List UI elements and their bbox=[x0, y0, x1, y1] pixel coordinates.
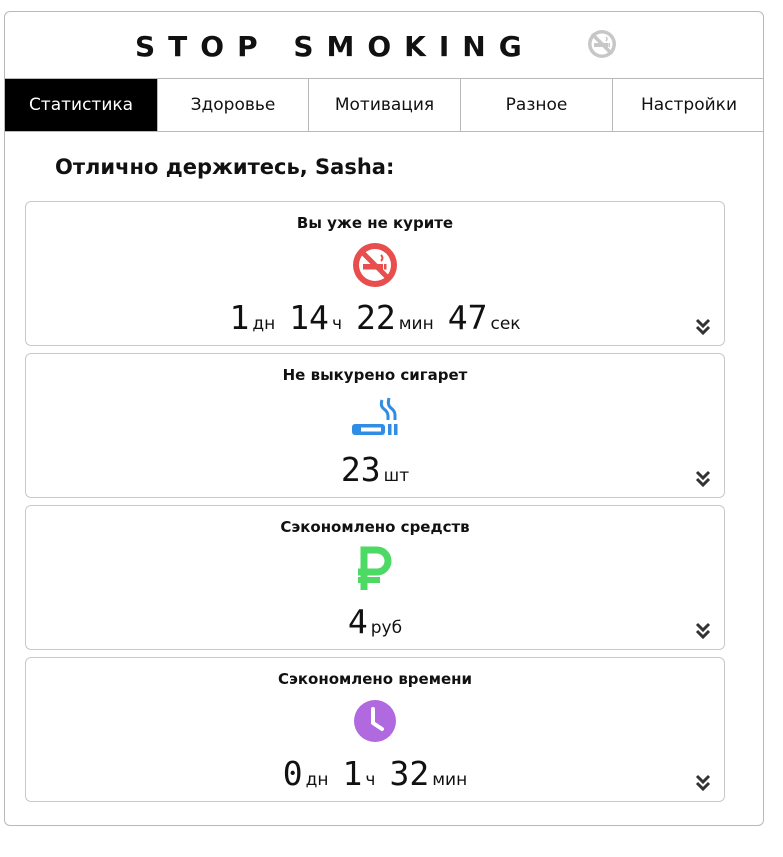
app-title: STOP SMOKING bbox=[135, 30, 535, 63]
minutes-number: 32 bbox=[389, 754, 430, 793]
tab-settings[interactable]: Настройки bbox=[613, 79, 763, 131]
chevron-double-down-icon[interactable] bbox=[694, 317, 712, 337]
days-number: 1 bbox=[229, 298, 250, 337]
minutes-number: 22 bbox=[355, 298, 396, 337]
card-title: Вы уже не курите bbox=[296, 214, 454, 232]
days-unit: дн bbox=[252, 314, 276, 334]
card-title: Сэкономлено средств bbox=[280, 518, 470, 536]
hours-unit: ч bbox=[331, 314, 342, 334]
greeting-text: Отлично держитесь, Sasha: bbox=[55, 155, 395, 179]
app-window: STOP SMOKING Статистика Здоровье Мотивац… bbox=[4, 11, 764, 826]
chevron-double-down-icon[interactable] bbox=[694, 621, 712, 641]
no-smoking-icon bbox=[588, 30, 616, 58]
card-cigarettes: Не выкурено сигарет 23 шт bbox=[25, 353, 725, 498]
chevron-double-down-icon[interactable] bbox=[694, 469, 712, 489]
no-smoking-icon bbox=[353, 243, 397, 287]
tab-misc[interactable]: Разное bbox=[461, 79, 613, 131]
card-money: Сэкономлено средств 4 руб bbox=[25, 505, 725, 650]
app-header: STOP SMOKING bbox=[5, 12, 763, 78]
card-title: Сэкономлено времени bbox=[277, 670, 473, 688]
time-saved-value: 0 дн 1 ч 32 мин bbox=[26, 754, 724, 793]
duration-value: 1 дн 14 ч 22 мин 47 сек bbox=[26, 298, 724, 337]
cigarettes-unit: шт bbox=[383, 466, 410, 486]
seconds-unit: сек bbox=[490, 314, 521, 334]
days-number: 0 bbox=[282, 754, 303, 793]
hours-unit: ч bbox=[365, 770, 376, 790]
days-unit: дн bbox=[305, 770, 329, 790]
tab-bar: Статистика Здоровье Мотивация Разное Нас… bbox=[5, 78, 763, 132]
seconds-number: 47 bbox=[447, 298, 488, 337]
ruble-icon bbox=[358, 546, 392, 590]
tab-statistics[interactable]: Статистика bbox=[5, 79, 158, 131]
hours-number: 14 bbox=[289, 298, 329, 337]
money-unit: руб bbox=[370, 618, 403, 638]
tab-health[interactable]: Здоровье bbox=[158, 79, 309, 131]
clock-icon bbox=[354, 700, 396, 742]
cigarettes-number: 23 bbox=[340, 450, 381, 489]
minutes-unit: мин bbox=[432, 770, 468, 790]
card-title: Не выкурено сигарет bbox=[282, 366, 468, 384]
cigarettes-value: 23 шт bbox=[26, 450, 724, 489]
cigarette-icon bbox=[352, 397, 398, 435]
hours-number: 1 bbox=[342, 754, 363, 793]
tab-motivation[interactable]: Мотивация bbox=[309, 79, 461, 131]
money-number: 4 bbox=[347, 602, 368, 641]
money-value: 4 руб bbox=[26, 602, 724, 641]
minutes-unit: мин bbox=[398, 314, 434, 334]
card-smoke-free: Вы уже не курите 1 дн 14 ч 22 мин 47 сек bbox=[25, 201, 725, 346]
card-time-saved: Сэкономлено времени 0 дн 1 ч 32 мин bbox=[25, 657, 725, 802]
chevron-double-down-icon[interactable] bbox=[694, 773, 712, 793]
